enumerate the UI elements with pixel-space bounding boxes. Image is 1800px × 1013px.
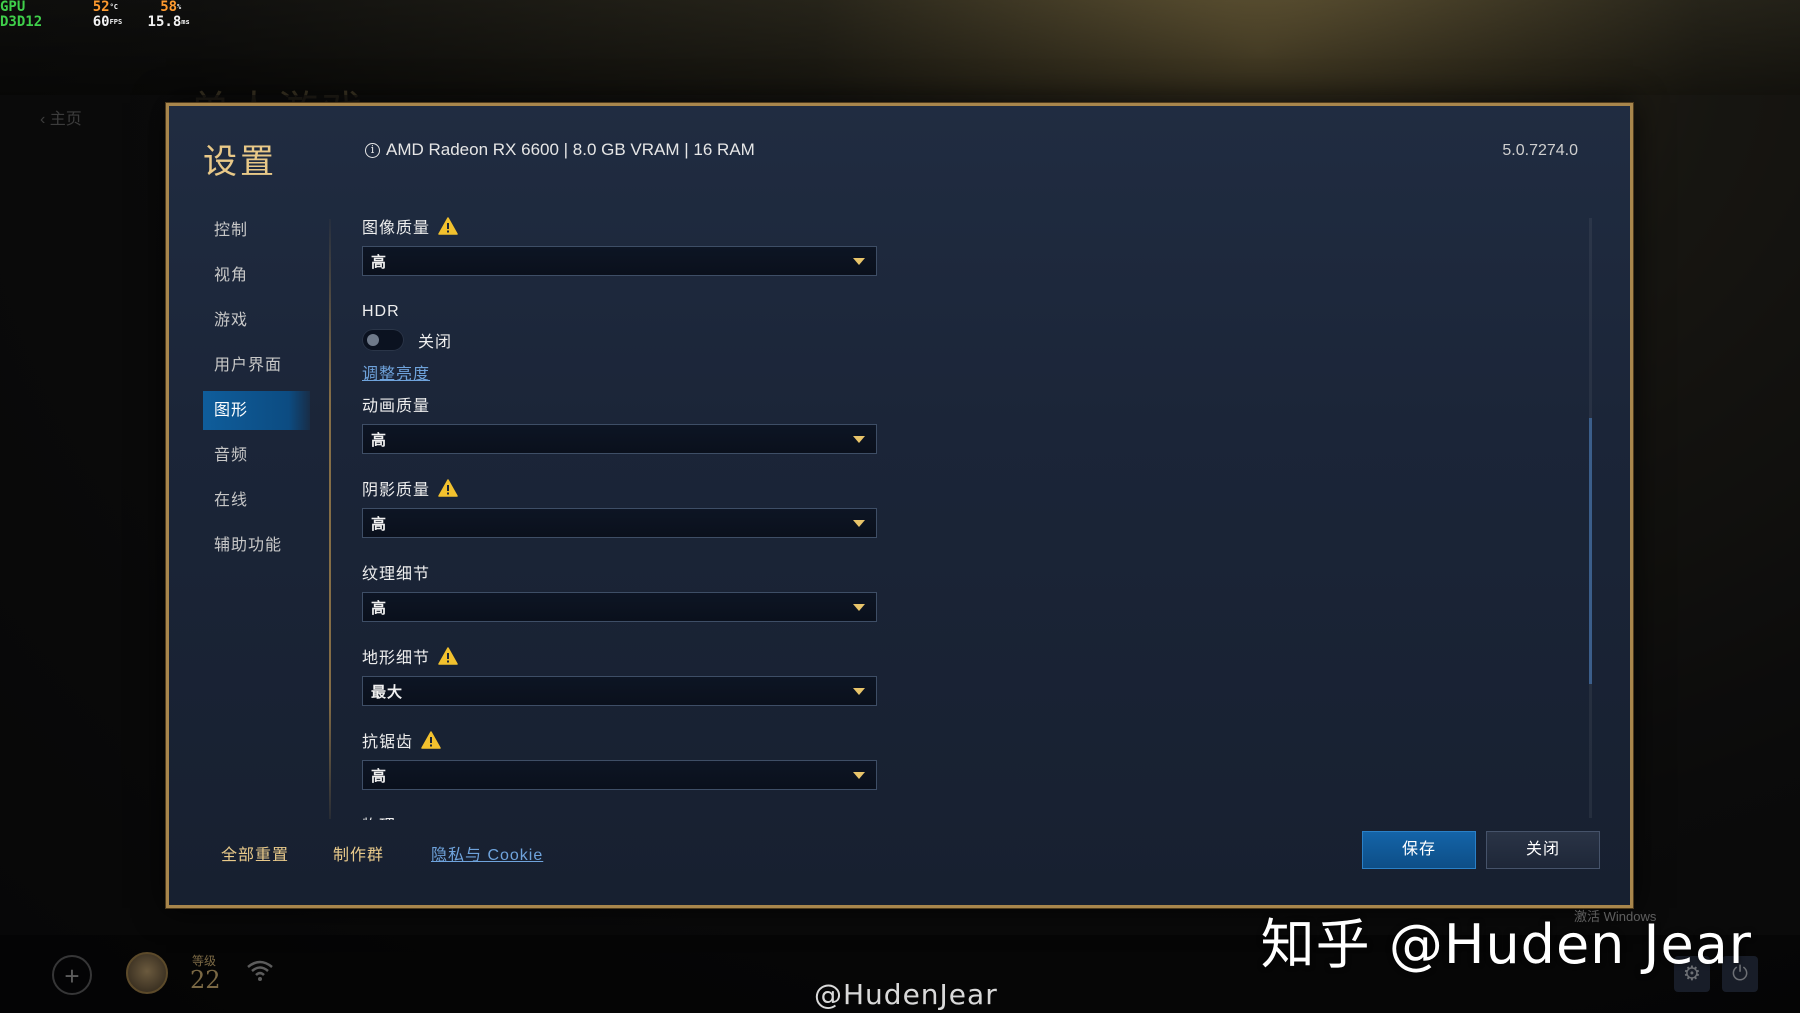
setting-image-quality-label: 图像质量	[362, 220, 431, 237]
image-quality-value: 高	[371, 253, 388, 271]
setting-antialiasing: 抗锯齿 高	[362, 728, 882, 790]
terrain-detail-value: 最大	[371, 683, 404, 701]
terrain-detail-dropdown[interactable]: 最大	[362, 676, 877, 706]
zhihu-watermark: 知乎 @Huden Jear	[1260, 913, 1752, 976]
close-button[interactable]: 关闭	[1487, 832, 1599, 868]
antialiasing-dropdown[interactable]: 高	[362, 760, 877, 790]
overlay-frametime: 15.8	[147, 14, 182, 30]
overlay-fps: 60	[92, 14, 110, 30]
setting-shadow-quality-label-row: 阴影质量	[362, 476, 882, 500]
texture-detail-dropdown[interactable]: 高	[362, 592, 877, 622]
credits-button[interactable]: 制作群	[333, 841, 384, 865]
overlay-gpu-temp-unit: °C	[109, 3, 119, 11]
nav-item-online[interactable]: 在线	[203, 481, 310, 520]
image-quality-dropdown[interactable]: 高	[362, 246, 877, 276]
setting-hdr-label: HDR	[362, 303, 400, 320]
animation-quality-dropdown[interactable]: 高	[362, 424, 877, 454]
hdr-toggle-row: 关闭	[362, 328, 882, 352]
setting-terrain-detail-label-row: 地形细节	[362, 644, 882, 668]
nav-item-camera[interactable]: 视角	[203, 256, 310, 295]
adjust-brightness-link[interactable]: 调整亮度	[362, 360, 430, 384]
setting-texture-detail-label: 纹理细节	[362, 566, 431, 583]
overlay-fps-unit: FPS	[109, 18, 123, 26]
setting-terrain-detail-label: 地形细节	[362, 650, 431, 667]
setting-texture-detail-label-row: 纹理细节	[362, 560, 882, 584]
info-icon: i	[365, 142, 380, 158]
save-button[interactable]: 保存	[1363, 832, 1475, 868]
nav-item-game[interactable]: 游戏	[203, 301, 310, 340]
overlay-gpu-temp: 52	[92, 0, 110, 15]
nav-item-audio[interactable]: 音频	[203, 436, 310, 475]
setting-image-quality-label-row: 图像质量	[362, 214, 882, 238]
chevron-down-icon	[853, 603, 865, 611]
warning-icon	[438, 647, 458, 665]
chevron-down-icon	[853, 257, 865, 265]
nav-divider	[329, 219, 331, 819]
dialog-title: 设置	[203, 142, 277, 182]
settings-scrollbar[interactable]	[1589, 218, 1592, 818]
chevron-down-icon	[853, 519, 865, 527]
setting-hdr: HDR 关闭 调整亮度	[362, 300, 882, 384]
setting-physics: 物理	[362, 812, 882, 820]
overlay-api-label: D3D12	[0, 14, 43, 30]
overlay-gpu-label: GPU	[0, 0, 26, 15]
setting-animation-quality-label: 动画质量	[362, 398, 431, 415]
chevron-down-icon	[853, 771, 865, 779]
hdr-toggle[interactable]	[362, 329, 404, 351]
shadow-quality-value: 高	[371, 515, 388, 533]
shadow-quality-dropdown[interactable]: 高	[362, 508, 877, 538]
texture-detail-value: 高	[371, 599, 388, 617]
author-watermark: @HudenJear	[814, 978, 998, 1011]
overlay-gpu-load-unit: %	[177, 3, 182, 11]
settings-nav: 控制 视角 游戏 用户界面 图形 音频 在线 辅助功能	[203, 211, 310, 571]
reset-all-button[interactable]: 全部重置	[221, 841, 289, 865]
level-value: 22	[190, 966, 221, 994]
settings-scrollbar-thumb[interactable]	[1589, 418, 1592, 684]
overlay-gpu-load: 58	[160, 0, 178, 15]
warning-icon	[438, 479, 458, 497]
setting-antialiasing-label: 抗锯齿	[362, 734, 414, 751]
graphics-settings-list[interactable]: 图像质量 高 HDR 关闭 调整亮度 动画质量 高 阴影质量 高 纹理细节 高 …	[362, 214, 882, 820]
setting-terrain-detail: 地形细节 最大	[362, 644, 882, 706]
warning-icon	[421, 731, 441, 749]
nav-item-graphics[interactable]: 图形	[203, 391, 310, 430]
settings-dialog: 设置 i AMD Radeon RX 6600 | 8.0 GB VRAM | …	[166, 103, 1633, 908]
setting-image-quality: 图像质量 高	[362, 214, 882, 276]
performance-overlay: GPU 52°C 58% D3D12 60FPS 15.8ms	[0, 0, 190, 30]
setting-shadow-quality: 阴影质量 高	[362, 476, 882, 538]
overlay-frametime-unit: ms	[181, 18, 190, 26]
background-ghost-back: ‹ 主页	[40, 111, 82, 128]
animation-quality-value: 高	[371, 431, 388, 449]
wifi-icon	[245, 958, 275, 989]
nav-item-accessibility[interactable]: 辅助功能	[203, 526, 310, 565]
version-label: 5.0.7274.0	[1502, 142, 1578, 159]
warning-icon	[438, 217, 458, 235]
plus-icon[interactable]: +	[52, 955, 92, 995]
setting-shadow-quality-label: 阴影质量	[362, 482, 431, 499]
hdr-toggle-state: 关闭	[418, 334, 453, 351]
hdr-toggle-knob	[367, 334, 379, 346]
chevron-down-icon	[853, 435, 865, 443]
avatar[interactable]	[126, 952, 168, 994]
setting-animation-quality: 动画质量 高	[362, 392, 882, 454]
privacy-cookie-link[interactable]: 隐私与 Cookie	[431, 841, 543, 865]
nav-item-controls[interactable]: 控制	[203, 211, 310, 250]
setting-animation-quality-label-row: 动画质量	[362, 392, 882, 416]
gpu-info: i AMD Radeon RX 6600 | 8.0 GB VRAM | 16 …	[365, 140, 755, 160]
chevron-down-icon	[853, 687, 865, 695]
nav-item-ui[interactable]: 用户界面	[203, 346, 310, 385]
setting-antialiasing-label-row: 抗锯齿	[362, 728, 882, 752]
setting-texture-detail: 纹理细节 高	[362, 560, 882, 622]
antialiasing-value: 高	[371, 767, 388, 785]
gpu-info-text: AMD Radeon RX 6600 | 8.0 GB VRAM | 16 RA…	[386, 140, 755, 159]
setting-physics-label: 物理	[362, 812, 882, 820]
